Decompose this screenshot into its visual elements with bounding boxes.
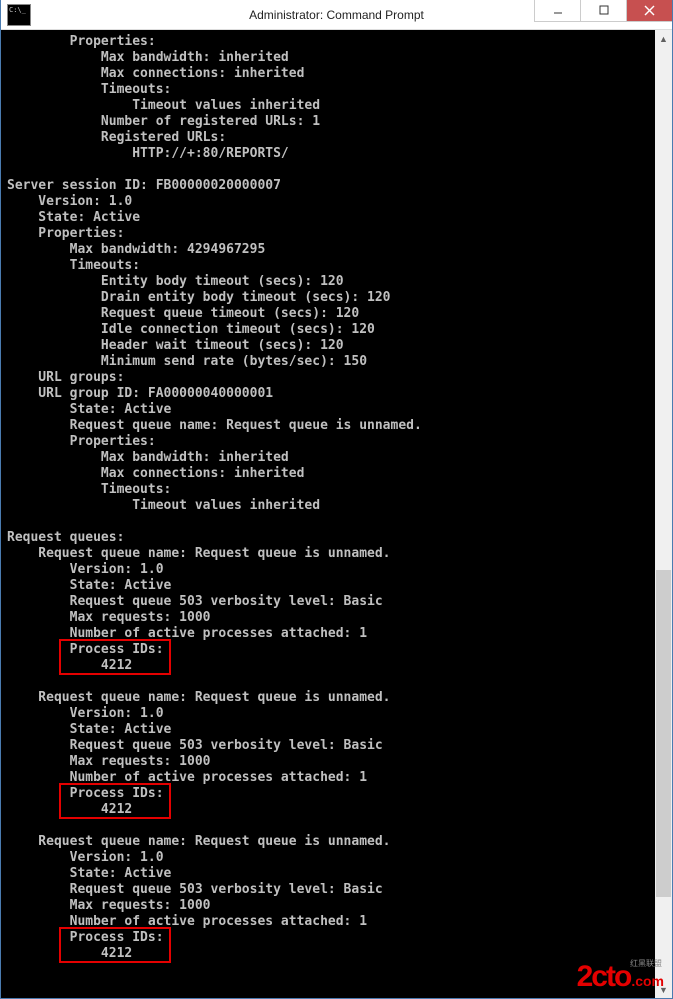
command-prompt-window: Administrator: Command Prompt Properties… bbox=[0, 0, 673, 999]
scroll-up-button[interactable]: ▲ bbox=[655, 30, 672, 47]
scroll-thumb[interactable] bbox=[656, 570, 671, 897]
minimize-button[interactable] bbox=[534, 0, 580, 22]
maximize-button[interactable] bbox=[580, 0, 626, 22]
cmd-icon bbox=[7, 4, 31, 26]
console-area: Properties: Max bandwidth: inherited Max… bbox=[1, 30, 672, 998]
titlebar[interactable]: Administrator: Command Prompt bbox=[1, 0, 672, 30]
window-controls bbox=[534, 0, 672, 22]
vertical-scrollbar[interactable]: ▲ ▼ bbox=[655, 30, 672, 998]
close-button[interactable] bbox=[626, 0, 672, 22]
scroll-down-button[interactable]: ▼ bbox=[655, 981, 672, 998]
console-output[interactable]: Properties: Max bandwidth: inherited Max… bbox=[1, 30, 672, 968]
scroll-track[interactable] bbox=[655, 47, 672, 981]
